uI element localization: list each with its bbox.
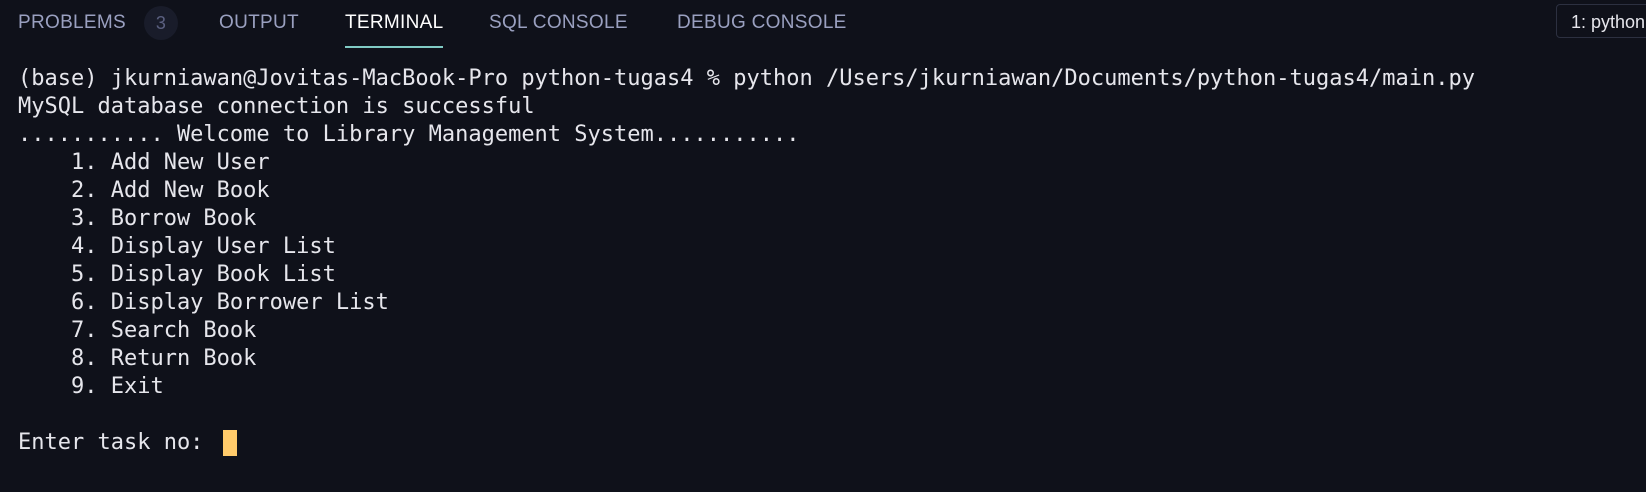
command-line: (base) jkurniawan@Jovitas-MacBook-Pro py… — [18, 66, 1475, 91]
problems-count-badge: 3 — [144, 6, 178, 40]
tab-debug-console[interactable]: DEBUG CONSOLE — [677, 0, 847, 46]
menu-item-add-user: 1. Add New User — [18, 150, 270, 175]
tab-sql-console[interactable]: SQL CONSOLE — [489, 0, 628, 46]
input-prompt: Enter task no: — [18, 430, 217, 455]
menu-item-display-borrower-list: 6. Display Borrower List — [18, 290, 389, 315]
connection-message: MySQL database connection is successful — [18, 94, 535, 119]
input-prompt-row[interactable]: Enter task no: — [18, 429, 1628, 457]
menu-item-search-book: 7. Search Book — [18, 318, 257, 343]
welcome-message: ........... Welcome to Library Managemen… — [18, 122, 800, 147]
menu-item-exit: 9. Exit — [18, 374, 164, 399]
menu-item-display-book-list: 5. Display Book List — [18, 262, 336, 287]
tab-problems-label: PROBLEMS — [18, 12, 126, 33]
terminal-output[interactable]: (base) jkurniawan@Jovitas-MacBook-Pro py… — [18, 65, 1628, 480]
terminal-panel: PROBLEMS 3 OUTPUT TERMINAL SQL CONSOLE D… — [0, 0, 1646, 492]
tab-output[interactable]: OUTPUT — [219, 0, 299, 46]
menu-item-add-book: 2. Add New Book — [18, 178, 270, 203]
tab-problems[interactable]: PROBLEMS 3 — [18, 0, 178, 46]
menu-item-display-user-list: 4. Display User List — [18, 234, 336, 259]
panel-tab-bar: PROBLEMS 3 OUTPUT TERMINAL SQL CONSOLE D… — [0, 0, 1646, 48]
terminal-cursor — [222, 430, 237, 456]
menu-item-borrow-book: 3. Borrow Book — [18, 206, 257, 231]
terminal-instance-select[interactable]: 1: python — [1556, 4, 1646, 38]
tab-terminal[interactable]: TERMINAL — [345, 0, 444, 48]
menu-item-return-book: 8. Return Book — [18, 346, 257, 371]
